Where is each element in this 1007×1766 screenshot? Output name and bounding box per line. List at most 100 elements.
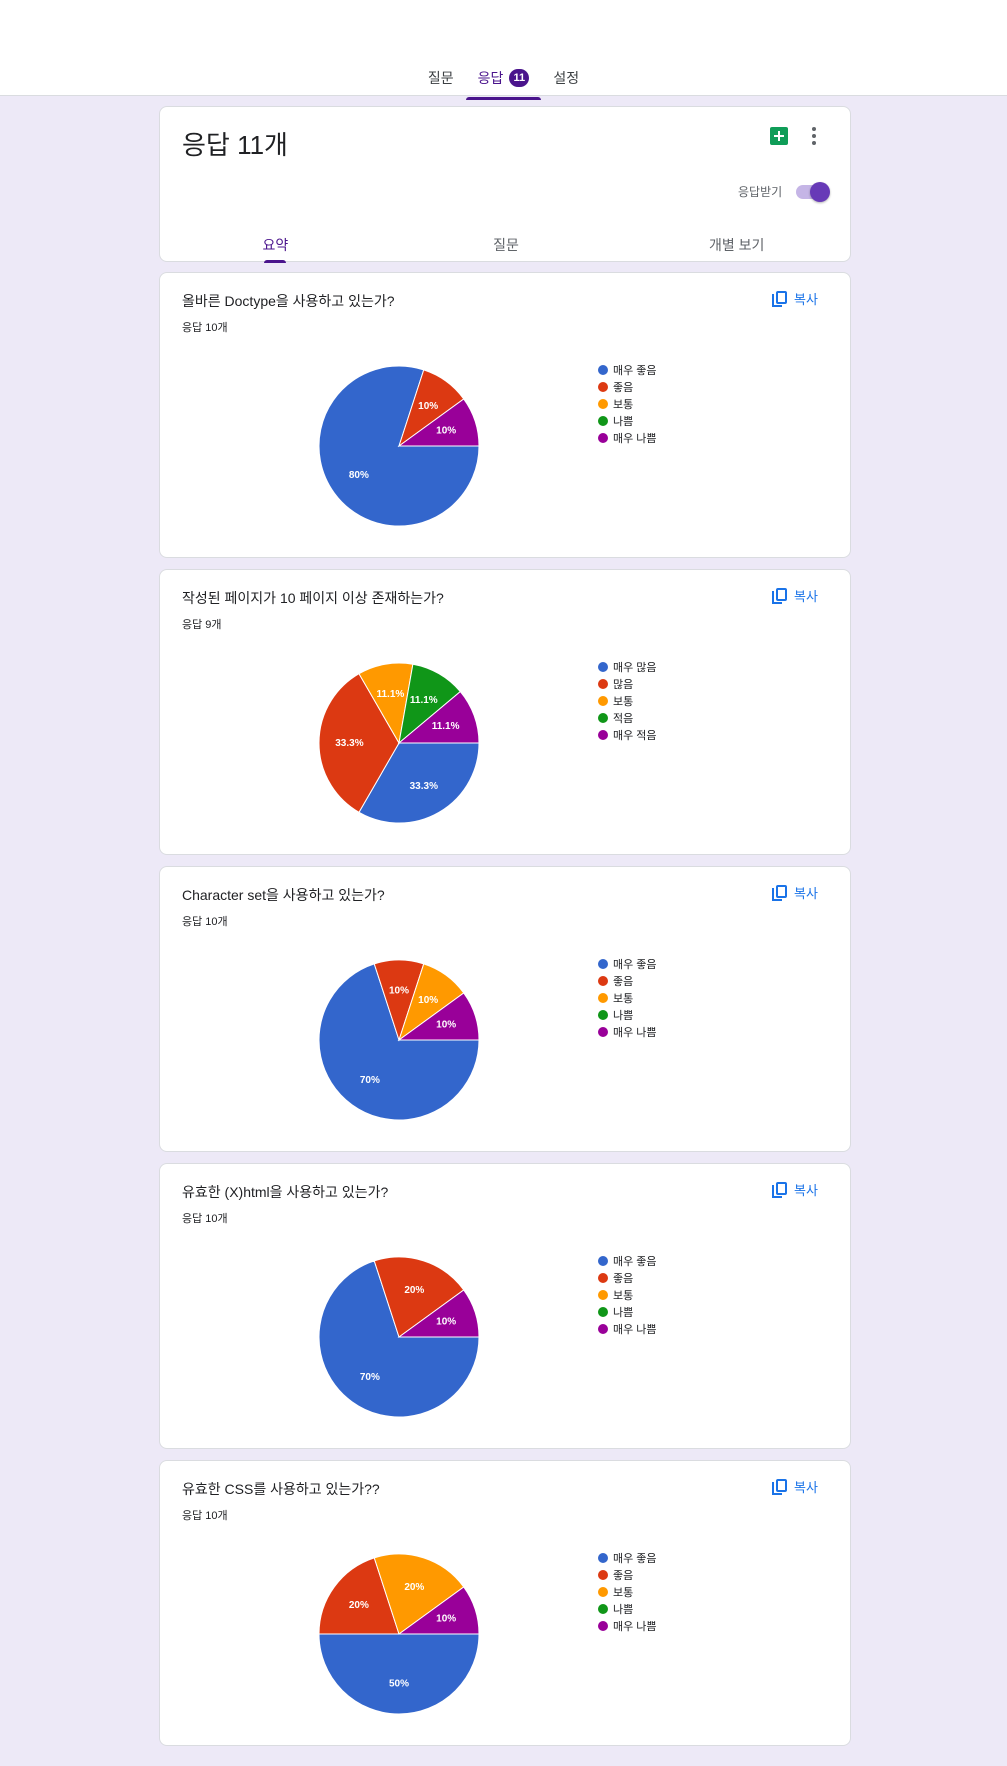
copy-icon: [772, 1478, 787, 1495]
legend-swatch: [598, 678, 608, 689]
response-count: 응답 10개: [182, 1510, 228, 1522]
legend-swatch: [598, 1603, 608, 1614]
copy-chart-button[interactable]: 복사: [772, 289, 818, 308]
slice-label: 11.1%: [376, 689, 404, 700]
legend-label: 좋음: [613, 975, 634, 988]
slice-label: 20%: [349, 1600, 369, 1611]
legend-item: 많음: [598, 675, 657, 692]
legend-swatch: [598, 1272, 608, 1283]
slice-label: 20%: [404, 1582, 424, 1593]
slice-label: 70%: [360, 1372, 380, 1383]
sheets-icon[interactable]: [770, 127, 788, 145]
legend-label: 적음: [613, 712, 634, 725]
legend-label: 매우 많음: [613, 661, 657, 674]
legend-item: 나쁨: [598, 1600, 657, 1617]
copy-label: 복사: [794, 1183, 818, 1198]
pie-chart: 50% 20% 20% 10%: [318, 1553, 480, 1715]
top-bar: 질문 응답 11 설정: [0, 0, 1007, 100]
legend-item: 매우 나쁨: [598, 1023, 657, 1040]
copy-chart-button[interactable]: 복사: [772, 1477, 818, 1496]
legend-swatch: [598, 1289, 608, 1300]
pie-chart: 33.3% 33.3% 11.1% 11.1% 11.1%: [318, 662, 480, 824]
chart-legend: 매우 좋음 좋음 보통 나쁨 매우 나쁨: [598, 1252, 657, 1337]
legend-label: 보통: [613, 992, 634, 1005]
legend-item: 나쁨: [598, 1303, 657, 1320]
copy-icon: [772, 884, 787, 901]
legend-label: 좋음: [613, 1272, 634, 1285]
copy-chart-button[interactable]: 복사: [772, 586, 818, 605]
slice-label: 10%: [389, 985, 409, 996]
copy-label: 복사: [794, 589, 818, 604]
question-card: 작성된 페이지가 10 페이지 이상 존재하는가? 응답 9개 복사 33.3% 33.…: [159, 569, 851, 855]
tab-question[interactable]: 질문: [391, 229, 622, 263]
legend-label: 매우 좋음: [613, 958, 657, 971]
legend-swatch: [598, 729, 608, 740]
tab-questions[interactable]: 질문: [416, 64, 466, 100]
copy-chart-button[interactable]: 복사: [772, 1180, 818, 1199]
legend-item: 좋음: [598, 378, 657, 395]
accepting-responses-toggle[interactable]: [796, 182, 830, 202]
response-view-tabs: 요약 질문 개별 보기: [160, 229, 852, 263]
question-card: 유효한 CSS를 사용하고 있는가?? 응답 10개 복사 50% 20% 20% 10% 매…: [159, 1460, 851, 1746]
tab-individual[interactable]: 개별 보기: [621, 229, 852, 263]
legend-item: 보통: [598, 692, 657, 709]
responses-title: 응답 11개: [182, 130, 288, 160]
legend-item: 매우 나쁨: [598, 429, 657, 446]
legend-label: 매우 좋음: [613, 364, 657, 377]
legend-item: 좋음: [598, 972, 657, 989]
responses-summary-card: 응답 11개 응답받기 요약 질문 개별 보기: [159, 106, 852, 263]
slice-label: 11.1%: [410, 695, 438, 706]
slice-label: 10%: [436, 1317, 456, 1328]
question-title: Character set을 사용하고 있는가?: [182, 887, 385, 903]
legend-swatch: [598, 992, 608, 1003]
legend-swatch: [598, 1569, 608, 1580]
tab-responses[interactable]: 응답 11: [465, 64, 542, 100]
legend-label: 매우 적음: [613, 729, 657, 742]
legend-swatch: [598, 975, 608, 986]
legend-label: 좋음: [613, 381, 634, 394]
more-vert-icon[interactable]: [812, 127, 816, 145]
legend-label: 보통: [613, 1586, 634, 1599]
slice-label: 33.3%: [410, 781, 438, 792]
question-card: 유효한 (X)html을 사용하고 있는가? 응답 10개 복사 70% 20% 10% 매…: [159, 1163, 851, 1449]
legend-swatch: [598, 1306, 608, 1317]
response-count: 응답 9개: [182, 619, 222, 631]
slice-label: 11.1%: [432, 721, 460, 732]
legend-label: 매우 나쁨: [613, 1620, 657, 1633]
legend-item: 매우 좋음: [598, 955, 657, 972]
slice-label: 50%: [389, 1679, 409, 1690]
pie-chart: 70% 10% 10% 10%: [318, 959, 480, 1121]
copy-icon: [772, 587, 787, 604]
copy-icon: [772, 1181, 787, 1198]
legend-swatch: [598, 415, 608, 426]
question-title: 올바른 Doctype을 사용하고 있는가?: [182, 293, 395, 309]
slice-label: 33.3%: [335, 738, 363, 749]
question-card: Character set을 사용하고 있는가? 응답 10개 복사 70% 10% 10…: [159, 866, 851, 1152]
toggle-knob: [810, 182, 830, 202]
legend-swatch: [598, 1552, 608, 1563]
legend-swatch: [598, 1586, 608, 1597]
chart-legend: 매우 좋음 좋음 보통 나쁨 매우 나쁨: [598, 1549, 657, 1634]
legend-swatch: [598, 1026, 608, 1037]
legend-item: 보통: [598, 395, 657, 412]
slice-label: 20%: [404, 1285, 424, 1296]
legend-item: 나쁨: [598, 412, 657, 429]
chart-legend: 매우 좋음좋음 보통 나쁨 매우 나쁨: [598, 361, 657, 446]
slice-label: 10%: [418, 401, 438, 412]
legend-swatch: [598, 364, 608, 375]
question-title: 유효한 CSS를 사용하고 있는가??: [182, 1481, 380, 1497]
copy-chart-button[interactable]: 복사: [772, 883, 818, 902]
legend-item: 매우 나쁨: [598, 1320, 657, 1337]
tab-summary[interactable]: 요약: [160, 229, 391, 263]
legend-item: 보통: [598, 1583, 657, 1600]
slice-label: 10%: [418, 995, 438, 1006]
question-title: 유효한 (X)html을 사용하고 있는가?: [182, 1184, 389, 1200]
tab-settings[interactable]: 설정: [541, 64, 591, 100]
pie-chart: 80% 10% 10%: [318, 365, 480, 527]
legend-item: 나쁨: [598, 1006, 657, 1023]
legend-item: 매우 좋음: [598, 1549, 657, 1566]
legend-swatch: [598, 661, 608, 672]
legend-label: 매우 나쁨: [613, 1323, 657, 1336]
legend-swatch: [598, 695, 608, 706]
pie-slice: [318, 1633, 480, 1715]
